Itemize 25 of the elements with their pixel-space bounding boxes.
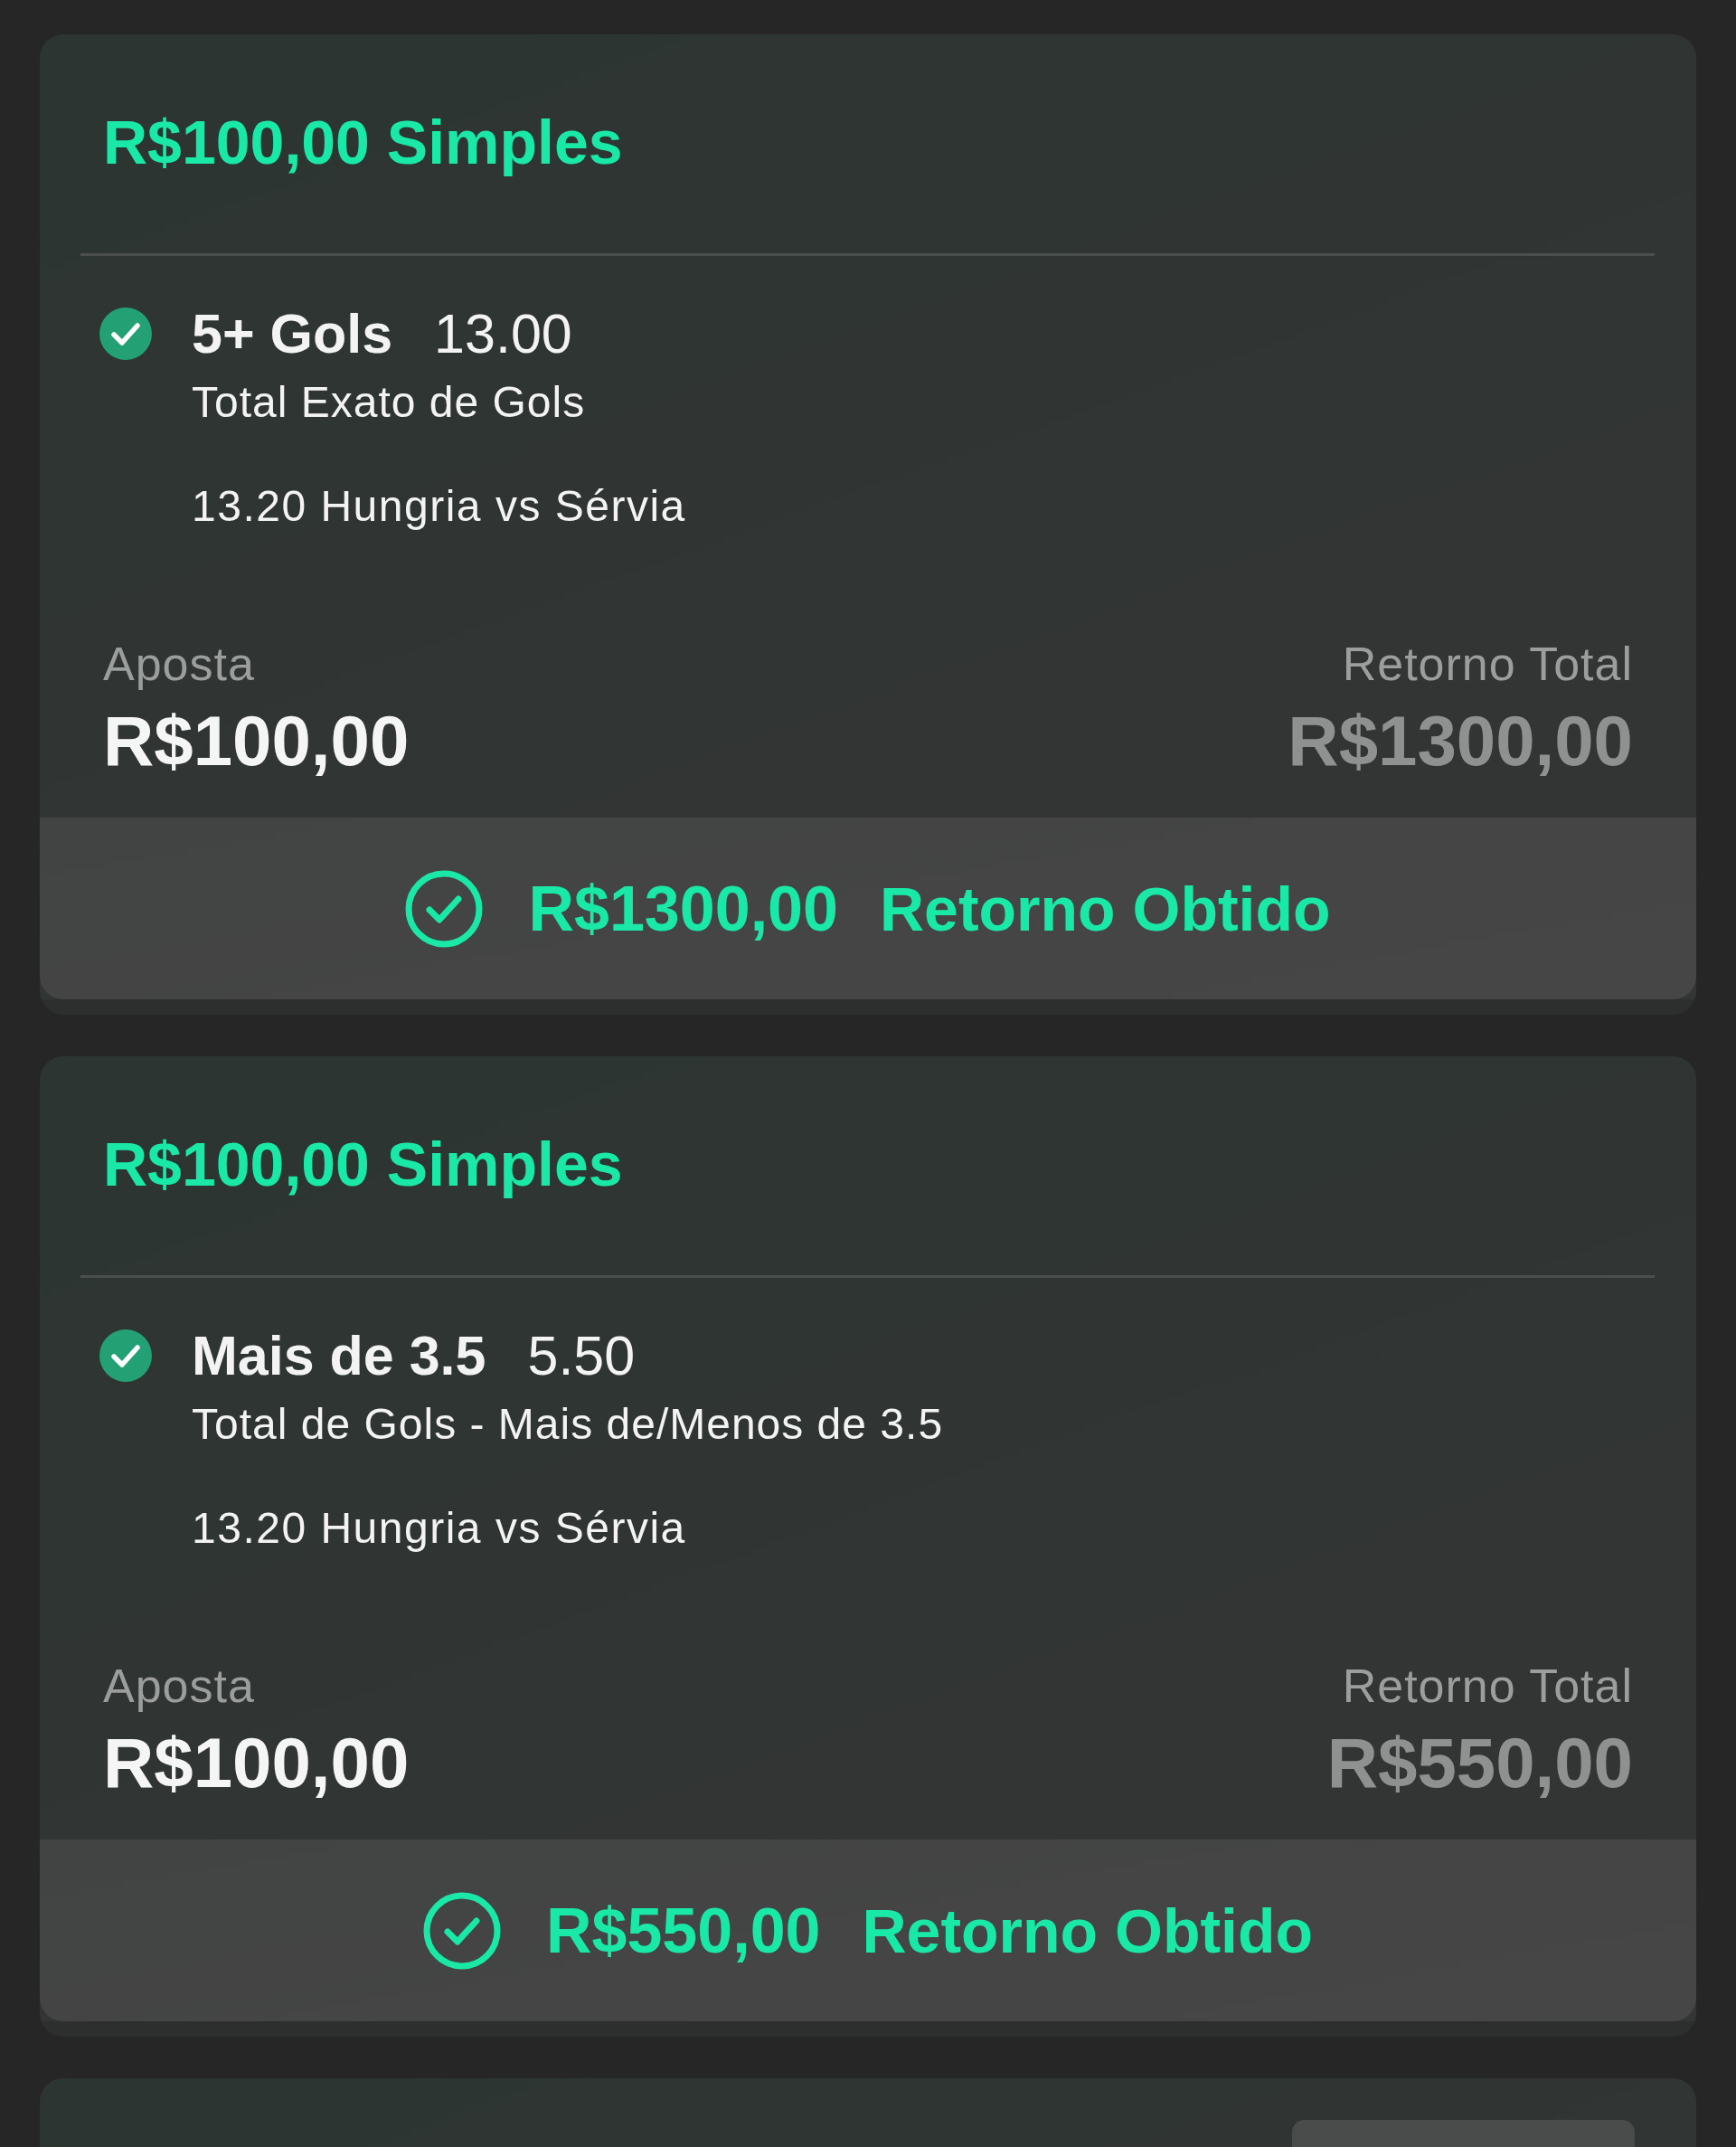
returned-amount: R$1300,00: [528, 872, 838, 945]
action-button[interactable]: [1292, 2120, 1635, 2147]
total-return-label: Retorno Total: [1342, 1659, 1633, 1713]
event-name: 13.20 Hungria vs Sérvia: [192, 1503, 686, 1554]
selection-odds: 5.50: [527, 1324, 636, 1387]
returned-label: Retorno Obtido: [862, 1895, 1314, 1967]
event-name: 13.20 Hungria vs Sérvia: [192, 481, 686, 532]
total-return-value: R$1300,00: [1288, 702, 1633, 780]
selection-odds: 13.00: [434, 302, 572, 365]
bet-title: R$100,00 Simples: [103, 107, 623, 178]
stake-label: Aposta: [103, 1659, 255, 1713]
returned-label: Retorno Obtido: [879, 873, 1331, 945]
selection-name: Mais de 3.5: [192, 1324, 486, 1387]
check-circle-icon: [422, 1891, 501, 1970]
bet-title: R$100,00 Simples: [103, 1129, 623, 1200]
stake-label: Aposta: [103, 637, 255, 691]
returned-amount: R$550,00: [545, 1894, 821, 1967]
market-name: Total Exato de Gols: [192, 377, 586, 428]
total-return-value: R$550,00: [1326, 1724, 1633, 1802]
check-circle-icon: [405, 869, 484, 948]
selection-name: 5+ Gols: [192, 302, 393, 365]
stake-value: R$100,00: [103, 702, 410, 780]
stake-value: R$100,00: [103, 1724, 410, 1802]
market-name: Total de Gols - Mais de/Menos de 3.5: [192, 1399, 944, 1450]
total-return-label: Retorno Total: [1342, 637, 1633, 691]
